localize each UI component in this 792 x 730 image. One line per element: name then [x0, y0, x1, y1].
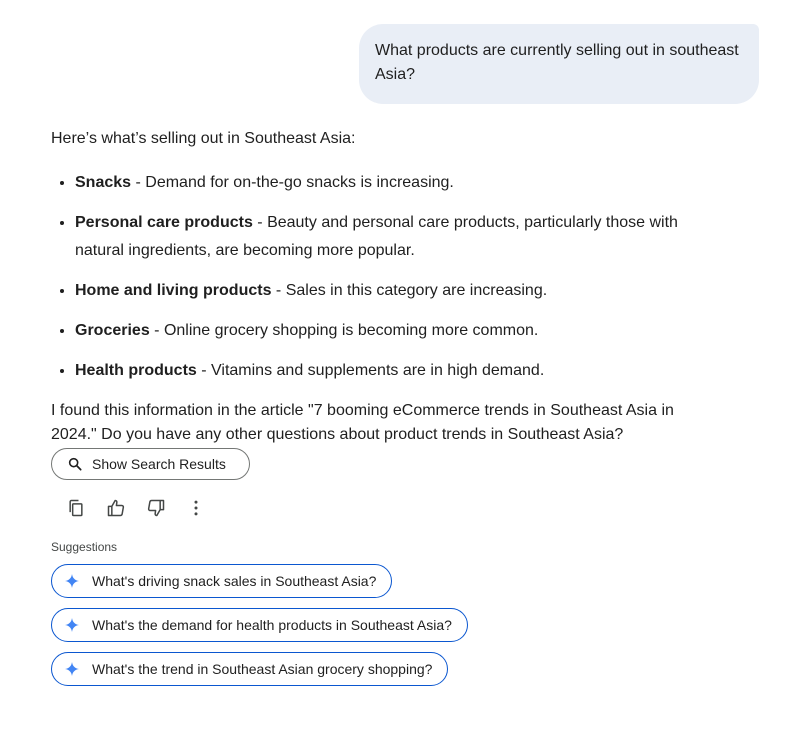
more-options-button[interactable] — [176, 492, 216, 524]
copy-button[interactable] — [56, 492, 96, 524]
copy-icon — [66, 498, 86, 518]
list-item-title: Groceries — [75, 322, 150, 339]
response-list: Snacks - Demand for on-the-go snacks is … — [51, 169, 711, 385]
suggestion-text: What's driving snack sales in Southeast … — [92, 573, 377, 589]
more-vert-icon — [186, 498, 206, 518]
list-item: Groceries - Online grocery shopping is b… — [75, 317, 711, 345]
bad-response-button[interactable] — [136, 492, 176, 524]
list-item-text: - Vitamins and supplements are in high d… — [196, 362, 545, 379]
list-item: Home and living products - Sales in this… — [75, 277, 711, 305]
list-item-title: Snacks — [75, 174, 132, 191]
search-icon — [67, 456, 92, 472]
sparkle-icon — [64, 661, 80, 677]
suggestion-text: What's the demand for health products in… — [92, 617, 452, 633]
suggestion-chip[interactable]: What's the demand for health products in… — [51, 608, 468, 642]
sparkle-icon — [64, 573, 80, 589]
suggestion-chip[interactable]: What's driving snack sales in Southeast … — [51, 564, 393, 598]
thumbs-down-icon — [146, 498, 166, 518]
list-item-text: - Online grocery shopping is becoming mo… — [149, 322, 539, 339]
list-item-title: Personal care products — [75, 214, 253, 231]
list-item: Health products - Vitamins and supplemen… — [75, 357, 711, 385]
response-actions — [56, 492, 216, 524]
user-message-bubble: What products are currently selling out … — [359, 24, 759, 104]
show-search-results-button[interactable]: Show Search Results — [51, 448, 250, 480]
list-item-text: - Demand for on-the-go snacks is increas… — [131, 174, 454, 191]
suggestion-text: What's the trend in Southeast Asian groc… — [92, 661, 433, 677]
response-intro: Here’s what’s selling out in Southeast A… — [51, 130, 356, 147]
suggestions-label: Suggestions — [51, 540, 118, 554]
suggestion-chip[interactable]: What's the trend in Southeast Asian groc… — [51, 652, 449, 686]
sparkle-icon — [64, 617, 80, 633]
list-item: Personal care products - Beauty and pers… — [75, 209, 711, 265]
good-response-button[interactable] — [96, 492, 136, 524]
list-item-title: Health products — [75, 362, 197, 379]
list-item-text: - Sales in this category are increasing. — [271, 282, 548, 299]
list-item: Snacks - Demand for on-the-go snacks is … — [75, 169, 711, 197]
chat-page: What products are currently selling out … — [0, 0, 792, 730]
assistant-response: Here’s what’s selling out in Southeast A… — [51, 127, 711, 447]
thumbs-up-icon — [106, 498, 126, 518]
response-closing: I found this information in the article … — [51, 402, 674, 443]
show-search-results-label: Show Search Results — [92, 456, 226, 472]
user-message-text: What products are currently selling out … — [375, 42, 739, 83]
list-item-title: Home and living products — [75, 282, 272, 299]
